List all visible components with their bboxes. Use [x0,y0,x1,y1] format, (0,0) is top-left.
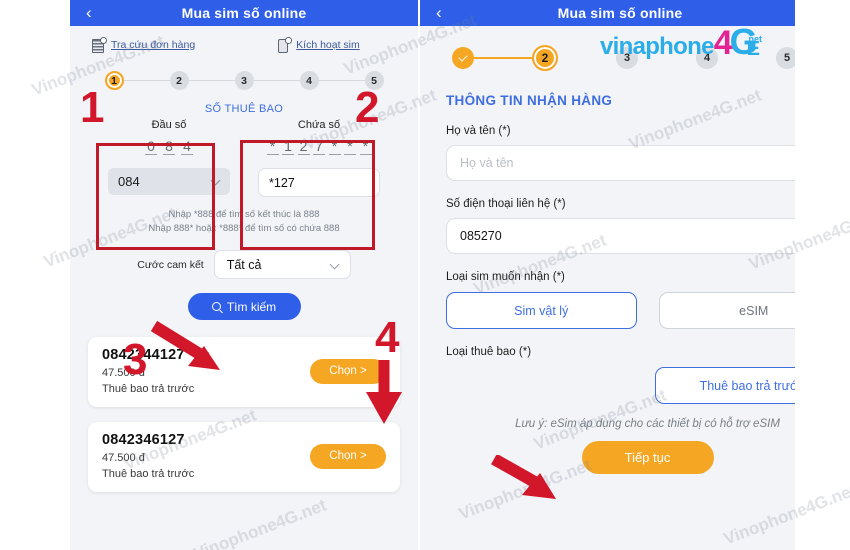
left-stepper: 1 2 3 4 5 [70,71,418,90]
step-2[interactable]: 2 [169,71,189,90]
result-row[interactable]: 0842344127 47.500 đ Thuê bao trả trước C… [88,337,400,407]
result-type: Thuê bao trả trước [102,383,195,395]
sim-type-group: Loại sim muốn nhận (*) [446,271,849,283]
red-highlight-box-contains [240,140,375,250]
select-number-button[interactable]: Chọn > [310,443,386,469]
quick-links: Tra cứu đơn hàng Kích hoạt sim [70,26,418,61]
subscriber-type-group: Loại thuê bao (*) [446,346,849,358]
panel-divider [418,0,420,550]
sim-activate-link[interactable]: Kích hoạt sim [277,37,360,53]
step-line-2 [558,57,616,59]
result-number: 0842344127 [102,347,185,363]
chevron-left-icon[interactable]: ‹ [86,2,92,24]
commitment-row: Cước cam kết Tất cả [70,250,418,279]
delivery-section-title: THÔNG TIN NHẬN HÀNG [446,93,613,108]
delivery-section-header: THÔNG TIN NHẬN HÀNG 19:56 [446,93,849,108]
contains-header: Chứa số [297,119,341,131]
sim-type-options: Sim vật lý eSIM [446,292,849,329]
chevron-down-icon [329,259,340,270]
step-line-3 [253,79,300,82]
right-title-bar: ‹ Mua sim số online [420,0,850,26]
sim-activate-icon [277,37,292,53]
results-list: 0842344127 47.500 đ Thuê bao trả trước C… [88,337,400,492]
search-button-label: Tìm kiếm [226,299,277,314]
phone-field-label: Số điện thoại liên hệ (*) [446,198,566,210]
sim-type-physical-option[interactable]: Sim vật lý [446,292,637,329]
sim-type-label: Loại sim muốn nhận (*) [446,271,565,283]
continue-button[interactable]: Tiếp tục [581,441,714,474]
step-4[interactable]: 4 [696,47,718,69]
result-info: 0842346127 47.500 đ Thuê bao trả trước [102,432,194,480]
name-field-label: Họ và tên (*) [446,125,511,137]
search-button[interactable]: Tìm kiếm [187,293,301,320]
order-lookup-label[interactable]: Tra cứu đơn hàng [111,39,195,51]
search-icon [211,302,221,311]
subscriber-type-options: Thuê bao trả trước [446,367,849,404]
right-stepper: 2 3 4 5 [452,45,850,71]
left-page-title: Mua sim số online [181,5,307,21]
left-phone-screen: ‹ Mua sim số online Tra cứu đơn hàng Kíc… [70,0,418,550]
phone-input[interactable]: 085270 [446,218,849,254]
step-4[interactable]: 4 [299,71,319,90]
name-input[interactable]: Họ và tên [446,145,849,181]
commitment-select[interactable]: Tất cả [213,250,351,279]
subscriber-section-title: SỐ THUÊ BAO [204,103,284,115]
screenshot-canvas: ‹ Mua sim số online Tra cứu đơn hàng Kíc… [0,0,850,550]
prefix-header: Đầu số [151,119,187,131]
step-line-4 [318,79,365,82]
step-3[interactable]: 3 [616,47,638,69]
step-1[interactable]: 1 [104,71,124,90]
search-row: Tìm kiếm [70,293,418,320]
step-line-3 [638,57,696,59]
red-highlight-box-prefix [96,143,215,250]
step-1-done[interactable] [452,47,474,69]
step-5[interactable]: 5 [364,71,384,90]
result-info: 0842344127 47.500 đ Thuê bao trả trước [102,347,194,395]
commitment-value: Tất cả [226,257,262,272]
phone-field-group: Số điện thoại liên hệ (*) 085270 [446,198,849,254]
step-line-1 [123,79,170,82]
right-phone-screen: ‹ Mua sim số online 2 3 4 5 THÔNG TIN NH… [420,0,850,550]
result-price: 47.500 đ [102,367,145,379]
result-row[interactable]: 0842346127 47.500 đ Thuê bao trả trước C… [88,422,400,492]
order-lookup-link[interactable]: Tra cứu đơn hàng [92,37,195,53]
subscriber-type-label: Loại thuê bao (*) [446,346,532,358]
order-lookup-icon [92,37,107,53]
step-line-1 [474,57,532,59]
result-type: Thuê bao trả trước [102,468,195,480]
esim-note: Lưu ý: eSim áp dụng cho các thiết bị có … [515,418,780,430]
chevron-left-icon[interactable]: ‹ [436,2,442,24]
left-margin [0,0,70,550]
continue-row: Tiếp tục [420,441,850,474]
step-2[interactable]: 2 [532,45,558,71]
left-title-bar: ‹ Mua sim số online [70,0,418,26]
right-page-title: Mua sim số online [557,5,683,21]
step-line-2 [188,79,235,82]
step-3[interactable]: 3 [234,71,254,90]
step-line-4 [718,57,776,59]
result-price: 47.500 đ [102,452,145,464]
commitment-label: Cước cam kết [137,258,204,271]
name-field-group: Họ và tên (*) Họ và tên [446,125,849,181]
right-margin [795,0,850,550]
select-number-button[interactable]: Chọn > [310,358,386,384]
sim-activate-label[interactable]: Kích hoạt sim [296,39,360,51]
result-number: 0842346127 [102,432,185,448]
